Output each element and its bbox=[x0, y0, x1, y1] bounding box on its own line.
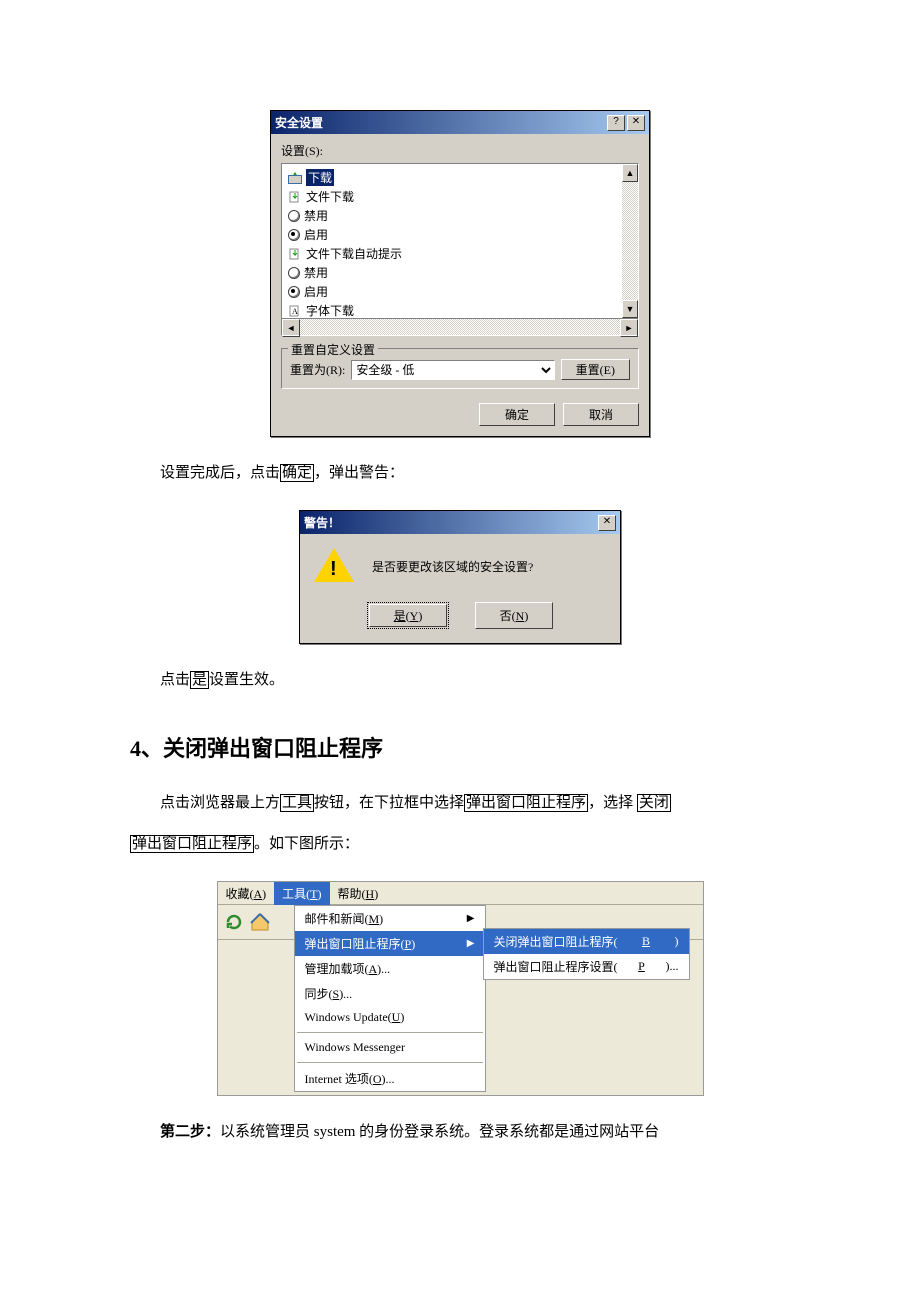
radio-disable[interactable] bbox=[288, 267, 300, 279]
menu-windows-update[interactable]: Windows Update(U) bbox=[295, 1006, 485, 1029]
settings-tree[interactable]: 下载 文件下载 禁用 启用 文件下载自动提示 禁用 启用 A字体下载 禁用 启用… bbox=[282, 164, 638, 318]
horizontal-scrollbar[interactable]: ◄► bbox=[282, 318, 638, 335]
ie-tools-menu-screenshot: 收藏(A) 工具(T) 帮助(H) 邮件和新闻(M)▶ 弹出窗口阻止程序(P)▶… bbox=[217, 881, 704, 1096]
menu-mail-news[interactable]: 邮件和新闻(M)▶ bbox=[295, 906, 485, 931]
refresh-icon[interactable] bbox=[222, 910, 246, 934]
reset-group: 重置自定义设置 重置为(R): 安全级 - 低 重置(E) bbox=[281, 348, 639, 389]
boxed-yes: 是 bbox=[190, 671, 209, 689]
tree-file-download-prompt[interactable]: 文件下载自动提示 bbox=[306, 245, 402, 262]
heading-4: 4、关闭弹出窗口阻止程序 bbox=[130, 731, 790, 763]
menu-separator bbox=[297, 1032, 483, 1033]
tree-font-download[interactable]: 字体下载 bbox=[306, 302, 354, 318]
help-button[interactable]: ? bbox=[607, 115, 625, 131]
boxed-popup-blocker-2: 弹出窗口阻止程序 bbox=[130, 835, 254, 853]
boxed-close: 关闭 bbox=[637, 794, 671, 812]
step2-text: 以系统管理员 system 的身份登录系统。登录系统都是通过网站平台 bbox=[220, 1124, 659, 1140]
menu-sync[interactable]: 同步(S)... bbox=[295, 981, 485, 1006]
scroll-right-icon[interactable]: ► bbox=[620, 319, 638, 337]
radio-enable[interactable] bbox=[288, 229, 300, 241]
file-icon bbox=[288, 191, 302, 203]
no-button[interactable]: 否(N) bbox=[475, 602, 553, 629]
scroll-down-icon[interactable]: ▼ bbox=[622, 300, 638, 318]
radio-enable[interactable] bbox=[288, 286, 300, 298]
submenu-close-popup-blocker[interactable]: 关闭弹出窗口阻止程序(B) bbox=[484, 929, 689, 954]
menu-windows-messenger[interactable]: Windows Messenger bbox=[295, 1036, 485, 1059]
boxed-popup-blocker: 弹出窗口阻止程序 bbox=[464, 794, 588, 812]
paragraph-popup-instructions: 点击浏览器最上方工具按钮，在下拉框中选择弹出窗口阻止程序，选择 关闭 bbox=[130, 787, 790, 820]
close-button[interactable]: ✕ bbox=[598, 515, 616, 531]
paragraph-popup-instructions-2: 弹出窗口阻止程序。如下图所示： bbox=[130, 828, 790, 861]
submenu-popup-settings[interactable]: 弹出窗口阻止程序设置(P)... bbox=[484, 954, 689, 979]
file-icon bbox=[288, 248, 302, 260]
boxed-tools: 工具 bbox=[280, 794, 314, 812]
reset-group-caption: 重置自定义设置 bbox=[288, 341, 378, 358]
svg-text:A: A bbox=[292, 307, 298, 316]
menu-bar: 收藏(A) 工具(T) 帮助(H) bbox=[218, 882, 703, 905]
reset-level-select[interactable]: 安全级 - 低 bbox=[351, 360, 554, 380]
paragraph-step2: 第二步：以系统管理员 system 的身份登录系统。登录系统都是通过网站平台 bbox=[130, 1116, 790, 1149]
menu-manage-addons[interactable]: 管理加载项(A)... bbox=[295, 956, 485, 981]
tree-download[interactable]: 下载 bbox=[306, 169, 334, 186]
submenu-arrow-icon: ▶ bbox=[467, 913, 475, 924]
warning-dialog: 警告！ ✕ 是否要更改该区域的安全设置? 是(Y) 否(N) bbox=[299, 510, 621, 644]
security-settings-dialog: 安全设置 ? ✕ 设置(S): 下载 文件下载 禁用 启用 文件下载自动提示 bbox=[270, 110, 650, 437]
menu-tools[interactable]: 工具(T) bbox=[274, 882, 329, 905]
paragraph-click-yes: 点击是设置生效。 bbox=[130, 664, 790, 697]
menu-popup-blocker[interactable]: 弹出窗口阻止程序(P)▶ bbox=[295, 931, 485, 956]
step2-label: 第二步： bbox=[160, 1124, 220, 1140]
tools-dropdown: 邮件和新闻(M)▶ 弹出窗口阻止程序(P)▶ 管理加载项(A)... 同步(S)… bbox=[294, 905, 486, 1092]
menu-separator bbox=[297, 1062, 483, 1063]
cancel-button[interactable]: 取消 bbox=[563, 403, 639, 426]
radio-disable[interactable] bbox=[288, 210, 300, 222]
home-icon[interactable] bbox=[248, 910, 272, 934]
menu-internet-options[interactable]: Internet 选项(O)... bbox=[295, 1066, 485, 1091]
yes-button[interactable]: 是(Y) bbox=[369, 604, 447, 627]
dialog-titlebar: 安全设置 ? ✕ bbox=[271, 111, 649, 134]
menu-help[interactable]: 帮助(H) bbox=[330, 882, 387, 905]
reset-to-label: 重置为(R): bbox=[290, 361, 345, 378]
warning-icon bbox=[314, 548, 354, 584]
warning-titlebar: 警告！ ✕ bbox=[300, 511, 620, 534]
menu-favorites[interactable]: 收藏(A) bbox=[218, 882, 275, 905]
download-icon bbox=[288, 172, 302, 184]
scroll-up-icon[interactable]: ▲ bbox=[622, 164, 638, 182]
ok-button[interactable]: 确定 bbox=[479, 403, 555, 426]
vertical-scrollbar[interactable]: ▲▼ bbox=[622, 164, 638, 318]
warning-message: 是否要更改该区域的安全设置? bbox=[372, 558, 533, 575]
dialog-title: 安全设置 bbox=[275, 114, 605, 131]
popup-blocker-submenu: 关闭弹出窗口阻止程序(B) 弹出窗口阻止程序设置(P)... bbox=[483, 928, 690, 980]
boxed-ok: 确定 bbox=[280, 464, 314, 482]
warning-title: 警告！ bbox=[304, 514, 596, 531]
tree-file-download[interactable]: 文件下载 bbox=[306, 188, 354, 205]
reset-button[interactable]: 重置(E) bbox=[561, 359, 630, 380]
submenu-arrow-icon: ▶ bbox=[467, 938, 475, 949]
paragraph-after-dialog: 设置完成后，点击确定，弹出警告： bbox=[130, 457, 790, 490]
scroll-left-icon[interactable]: ◄ bbox=[282, 319, 300, 337]
settings-label: 设置(S): bbox=[281, 142, 639, 159]
font-icon: A bbox=[288, 305, 302, 317]
close-button[interactable]: ✕ bbox=[627, 115, 645, 131]
